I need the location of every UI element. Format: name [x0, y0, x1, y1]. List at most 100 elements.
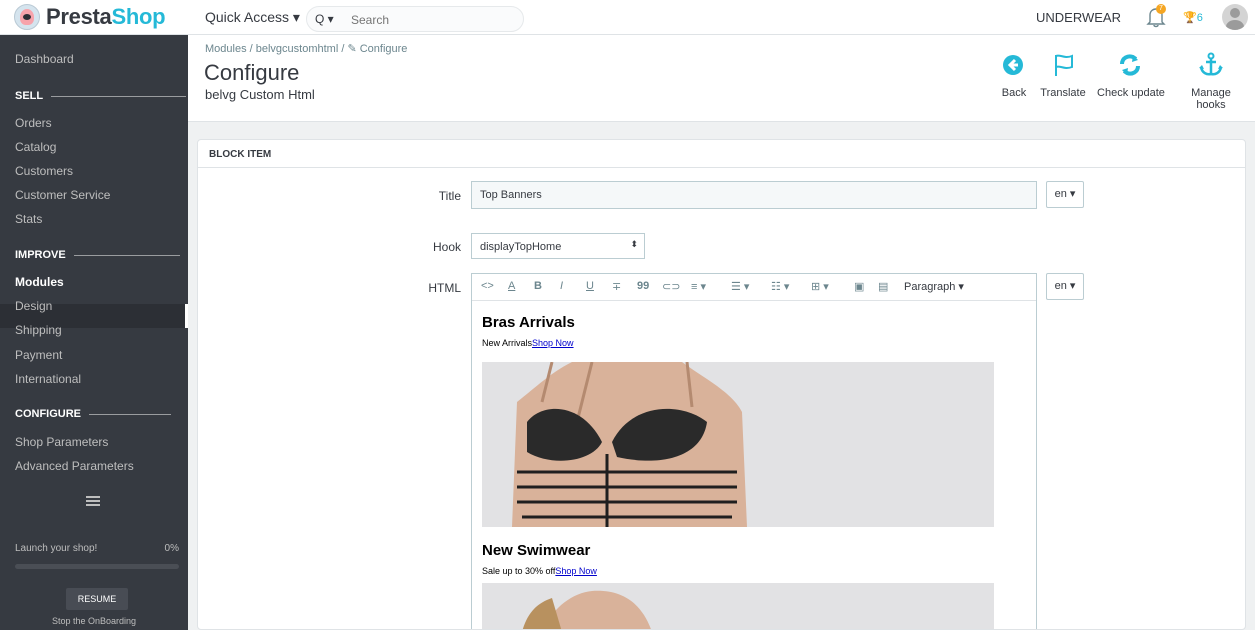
select-arrows-icon: ⬍: [630, 239, 638, 249]
trophy-count: 6: [1196, 12, 1203, 24]
blockquote-icon[interactable]: 99: [637, 280, 649, 292]
shop-name-link[interactable]: UNDERWEAR: [1036, 10, 1121, 25]
bullet-list-icon[interactable]: ☰ ▾: [731, 280, 749, 293]
page-title: Configure: [204, 60, 300, 85]
sidebar-item-orders[interactable]: Orders: [15, 116, 52, 130]
logo-prefix: Presta: [46, 4, 112, 29]
block-item-panel: BLOCK ITEM Title en ▾ Hook displayTopHom…: [197, 139, 1246, 630]
trophy-icon: 🏆: [1183, 12, 1197, 24]
sidebar-nav: Dashboard SELL Orders Catalog Customers …: [0, 35, 188, 630]
table-icon[interactable]: ⊞ ▾: [811, 280, 829, 293]
page-header: Modules / belvgcustomhtml / ✎ Configure …: [188, 35, 1255, 122]
sidebar-item-modules[interactable]: Modules: [15, 275, 64, 289]
image-icon[interactable]: ▣: [854, 280, 864, 293]
trophy-counter[interactable]: 🏆6: [1183, 11, 1203, 24]
html-language-dropdown[interactable]: en ▾: [1046, 273, 1084, 300]
numbered-list-icon[interactable]: ☷ ▾: [771, 280, 789, 293]
launch-percent: 0%: [164, 543, 179, 554]
quick-access-dropdown[interactable]: Quick Access ▾: [205, 9, 300, 26]
collapse-menu-icon[interactable]: [86, 496, 100, 506]
sidebar-section-improve: IMPROVE: [15, 249, 180, 261]
section-title: CONFIGURE: [15, 408, 81, 420]
puffin-logo-icon: [14, 4, 40, 30]
swimwear-banner-image: [482, 583, 994, 629]
section-title: SELL: [15, 90, 44, 102]
launch-shop-label: Launch your shop! 0%: [15, 543, 179, 554]
content-paragraph: Sale up to 30% offShop Now: [482, 566, 597, 576]
back-label: Back: [1001, 87, 1027, 99]
swimwear-photo-placeholder: [482, 583, 994, 629]
search-input[interactable]: [351, 11, 511, 29]
notifications-bell-icon[interactable]: 7: [1146, 4, 1166, 30]
sidebar-section-sell: SELL: [15, 90, 187, 102]
bra-photo-placeholder: [482, 362, 994, 527]
section-divider: [51, 95, 187, 97]
notification-badge: 7: [1156, 4, 1166, 14]
refresh-icon: [1120, 54, 1140, 76]
search-box[interactable]: Q ▾: [306, 6, 524, 32]
sidebar-item-design[interactable]: Design: [15, 299, 52, 313]
sidebar-section-configure: CONFIGURE: [15, 408, 171, 420]
content-text: New Arrivals: [482, 338, 533, 348]
section-divider: [89, 413, 171, 415]
sidebar-item-catalog[interactable]: Catalog: [15, 140, 56, 154]
sidebar-item-customers[interactable]: Customers: [15, 164, 73, 178]
check-update-label: Check update: [1097, 87, 1165, 99]
manage-hooks-label: Manage hooks: [1191, 87, 1231, 111]
top-bar: PrestaShop Quick Access ▾ Q ▾ UNDERWEAR …: [0, 0, 1255, 35]
flag-icon: [1055, 54, 1073, 76]
align-dropdown-icon[interactable]: ≡ ▾: [691, 280, 706, 293]
strikethrough-icon[interactable]: ∓: [612, 280, 621, 293]
hook-selected-value: displayTopHome: [480, 241, 562, 253]
back-icon: [1003, 55, 1023, 75]
title-language-dropdown[interactable]: en ▾: [1046, 181, 1084, 208]
search-scope-dropdown[interactable]: Q ▾: [315, 12, 334, 26]
translate-label: Translate: [1040, 87, 1086, 99]
sidebar-item-advanced-parameters[interactable]: Advanced Parameters: [15, 459, 134, 473]
breadcrumb[interactable]: Modules / belvgcustomhtml / ✎ Configure: [205, 42, 407, 55]
sidebar-item-dashboard[interactable]: Dashboard: [15, 52, 74, 66]
stop-onboarding-link[interactable]: Stop the OnBoarding: [0, 616, 188, 626]
sidebar-item-customer-service[interactable]: Customer Service: [15, 188, 110, 202]
sidebar-item-shipping[interactable]: Shipping: [15, 323, 62, 337]
html-label: HTML: [428, 281, 461, 295]
page-subtitle: belvg Custom Html: [205, 87, 315, 102]
sidebar-item-stats[interactable]: Stats: [15, 212, 42, 226]
content-paragraph: New ArrivalsShop Now: [482, 338, 575, 348]
launch-progress-bar: [15, 564, 179, 569]
text-color-icon[interactable]: A: [508, 280, 515, 292]
content-heading: Bras Arrivals: [482, 314, 575, 331]
italic-icon[interactable]: I: [560, 280, 563, 292]
editor-content-bottom: New Swimwear Sale up to 30% offShop Now: [482, 542, 597, 576]
link-icon[interactable]: ⊂⊃: [662, 280, 680, 293]
html-editor[interactable]: <> A B I U ∓ 99 ⊂⊃ ≡ ▾ ☰ ▾ ☷ ▾ ⊞ ▾ ▣ ▤ P…: [471, 273, 1037, 629]
user-avatar[interactable]: [1222, 4, 1248, 30]
underline-icon[interactable]: U: [586, 280, 594, 292]
editor-toolbar: <> A B I U ∓ 99 ⊂⊃ ≡ ▾ ☰ ▾ ☷ ▾ ⊞ ▾ ▣ ▤ P…: [472, 274, 1036, 301]
logo-suffix: Shop: [111, 4, 166, 29]
title-label: Title: [438, 189, 461, 203]
bra-banner-image: [482, 362, 994, 527]
section-title: IMPROVE: [15, 249, 66, 261]
sidebar-item-payment[interactable]: Payment: [15, 348, 62, 362]
content-text: Sale up to 30% off: [482, 566, 556, 576]
anchor-icon: [1199, 52, 1223, 76]
bold-icon[interactable]: B: [534, 280, 542, 292]
hook-label: Hook: [432, 240, 461, 254]
section-divider: [73, 254, 180, 256]
content-heading: New Swimwear: [482, 542, 591, 559]
sidebar-item-shop-parameters[interactable]: Shop Parameters: [15, 435, 108, 449]
resume-button[interactable]: RESUME: [66, 588, 128, 610]
hook-select[interactable]: displayTopHome ⬍: [471, 233, 645, 259]
media-icon[interactable]: ▤: [878, 280, 888, 293]
paragraph-format-dropdown[interactable]: Paragraph ▾: [904, 280, 964, 293]
panel-title: BLOCK ITEM: [198, 140, 1245, 168]
title-input[interactable]: [471, 181, 1037, 209]
shop-now-link[interactable]: Shop Now: [532, 338, 574, 348]
launch-label: Launch your shop!: [15, 543, 98, 554]
source-code-icon[interactable]: <>: [481, 280, 494, 292]
shop-now-link[interactable]: Shop Now: [555, 566, 597, 576]
editor-content-top: Bras Arrivals New ArrivalsShop Now: [482, 314, 575, 348]
prestashop-logo[interactable]: PrestaShop: [14, 4, 166, 30]
sidebar-item-international[interactable]: International: [15, 372, 81, 386]
